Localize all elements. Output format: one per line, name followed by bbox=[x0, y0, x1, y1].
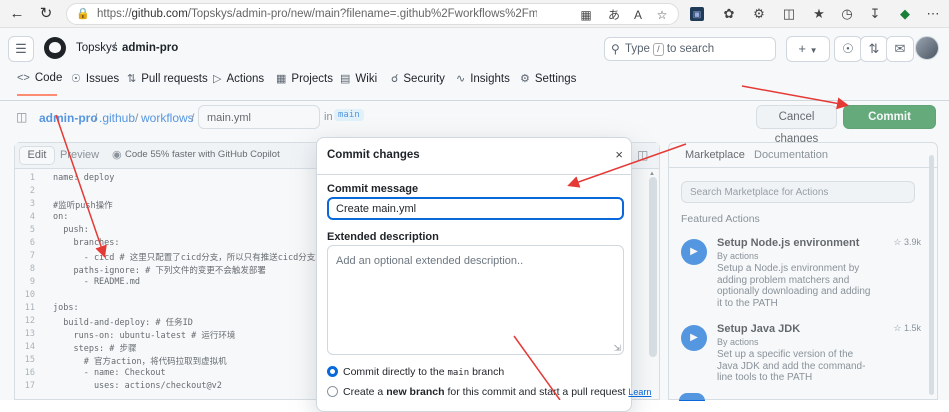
tab-actions[interactable]: ▷ Actions bbox=[213, 72, 264, 96]
tab-insights-label: Insights bbox=[470, 73, 510, 85]
book-icon: ▤ bbox=[340, 73, 351, 85]
option1-prefix: Commit directly to the bbox=[343, 366, 445, 378]
header-separator: / bbox=[113, 42, 117, 54]
tab-issues-label: Issues bbox=[85, 73, 120, 85]
issue-icon: ☉ bbox=[71, 73, 81, 85]
option1-branch: main bbox=[447, 368, 470, 378]
extended-description-textarea[interactable]: Add an optional extended description.. ⇲ bbox=[327, 245, 624, 355]
tab-pull-requests[interactable]: ⇅ Pull requests bbox=[127, 72, 208, 96]
search-type: Type bbox=[625, 43, 650, 55]
dialog-divider bbox=[317, 174, 631, 175]
new-branch-option[interactable]: Create a new branch for this commit and … bbox=[327, 386, 651, 398]
download-icon[interactable]: ↧ bbox=[866, 5, 884, 23]
tab-code-label: Code bbox=[34, 72, 63, 84]
learn-more-link[interactable]: Learn bbox=[628, 387, 651, 397]
tab-wiki-label: Wiki bbox=[355, 73, 378, 85]
tab-security[interactable]: ☌ Security bbox=[391, 72, 445, 96]
option2-suffix: for this commit and start a pull request bbox=[447, 386, 626, 398]
owner-link[interactable]: Topskys bbox=[76, 42, 118, 54]
split-screen-icon[interactable]: ◫ bbox=[780, 5, 798, 23]
tab-actions-label: Actions bbox=[226, 73, 265, 85]
table-icon: ▦ bbox=[276, 73, 287, 85]
pull-requests-icon[interactable]: ⇅ bbox=[860, 36, 888, 62]
favorite-icon[interactable]: ☆ bbox=[653, 6, 671, 24]
create-new-button[interactable]: + ▼ bbox=[786, 36, 830, 62]
search-suffix: to search bbox=[666, 43, 715, 55]
tab-pull-requests-label: Pull requests bbox=[141, 73, 208, 85]
hamburger-menu-icon[interactable]: ☰ bbox=[8, 36, 34, 62]
read-aloud-icon[interactable]: A bbox=[629, 6, 647, 24]
code-icon: <> bbox=[17, 72, 30, 84]
tab-issues[interactable]: ☉ Issues bbox=[71, 72, 119, 96]
option2-bold: new branch bbox=[386, 386, 445, 398]
commit-dialog: Commit changes × Commit message Create m… bbox=[316, 137, 651, 412]
url-path: /Topskys/admin-pro/new/main?filename=.gi… bbox=[187, 8, 537, 20]
pull-request-icon: ⇅ bbox=[127, 73, 137, 85]
url-prefix: https:// bbox=[97, 8, 132, 20]
tab-projects-label: Projects bbox=[291, 73, 333, 85]
option2-prefix: Create a bbox=[343, 386, 384, 398]
search-placeholder: Type / to search bbox=[625, 43, 714, 56]
search-input[interactable]: ⚲ Type / to search bbox=[604, 37, 776, 61]
search-icon: ⚲ bbox=[611, 42, 620, 56]
avatar[interactable] bbox=[915, 36, 939, 60]
create-new-label: + bbox=[798, 41, 807, 56]
play-icon: ▷ bbox=[213, 73, 222, 85]
commit-message-value: Create main.yml bbox=[336, 203, 417, 215]
radio-unselected-icon[interactable] bbox=[327, 386, 338, 397]
favorites-icon[interactable]: ★ bbox=[810, 5, 828, 23]
tab-settings[interactable]: ⚙ Settings bbox=[520, 72, 576, 96]
option1-suffix: branch bbox=[472, 366, 505, 378]
browser-toolbar: ← ↻ 🔒 https://github.com/Topskys/admin-p… bbox=[0, 0, 949, 28]
commit-message-input[interactable]: Create main.yml bbox=[327, 197, 624, 220]
github-logo-icon[interactable] bbox=[44, 37, 66, 59]
back-icon[interactable]: ← bbox=[7, 4, 27, 24]
extension-2-icon[interactable]: ✿ bbox=[720, 5, 738, 23]
url-text: https://github.com/Topskys/admin-pro/new… bbox=[97, 8, 537, 20]
lock-icon: 🔒 bbox=[76, 8, 90, 20]
resize-handle-icon[interactable]: ⇲ bbox=[613, 343, 621, 354]
extended-description-placeholder: Add an optional extended description.. bbox=[336, 255, 524, 267]
commit-directly-option[interactable]: Commit directly to the main branch bbox=[327, 366, 627, 378]
radio-selected-icon[interactable] bbox=[327, 366, 338, 377]
extension-icon[interactable]: ▣ bbox=[690, 7, 704, 21]
commit-message-label: Commit message bbox=[327, 183, 419, 195]
chevron-down-icon: ▼ bbox=[809, 46, 818, 55]
tab-insights[interactable]: ∿ Insights bbox=[456, 72, 510, 96]
repo-link[interactable]: admin-pro bbox=[122, 42, 178, 54]
search-kbd: / bbox=[653, 43, 664, 56]
github-header: ☰ Topskys / admin-pro ⚲ Type / to search… bbox=[0, 28, 949, 101]
issues-icon[interactable]: ☉ bbox=[834, 36, 862, 62]
history-icon[interactable]: ◷ bbox=[838, 5, 856, 23]
inbox-icon[interactable]: ✉ bbox=[886, 36, 914, 62]
tab-wiki[interactable]: ▤ Wiki bbox=[340, 72, 377, 96]
translate-icon[interactable]: あ bbox=[605, 6, 623, 24]
shield-extension-icon[interactable]: ◆ bbox=[896, 5, 914, 23]
shield-icon: ☌ bbox=[391, 73, 399, 85]
tab-security-label: Security bbox=[403, 73, 445, 85]
graph-icon: ∿ bbox=[456, 73, 466, 85]
tab-settings-label: Settings bbox=[534, 73, 577, 85]
close-icon[interactable]: × bbox=[615, 147, 623, 162]
dialog-title: Commit changes bbox=[327, 149, 420, 161]
url-host: github.com bbox=[131, 8, 188, 20]
apps-icon[interactable]: ▦ bbox=[577, 6, 595, 24]
refresh-icon[interactable]: ↻ bbox=[36, 4, 56, 24]
gear-icon: ⚙ bbox=[520, 73, 530, 85]
address-bar[interactable]: 🔒 https://github.com/Topskys/admin-pro/n… bbox=[66, 3, 679, 25]
menu-more-icon[interactable]: ⋯ bbox=[924, 5, 942, 23]
tab-code[interactable]: <> Code bbox=[17, 72, 62, 96]
tab-projects[interactable]: ▦ Projects bbox=[276, 72, 333, 96]
extensions-icon[interactable]: ⚙ bbox=[750, 5, 768, 23]
extended-description-label: Extended description bbox=[327, 231, 439, 243]
